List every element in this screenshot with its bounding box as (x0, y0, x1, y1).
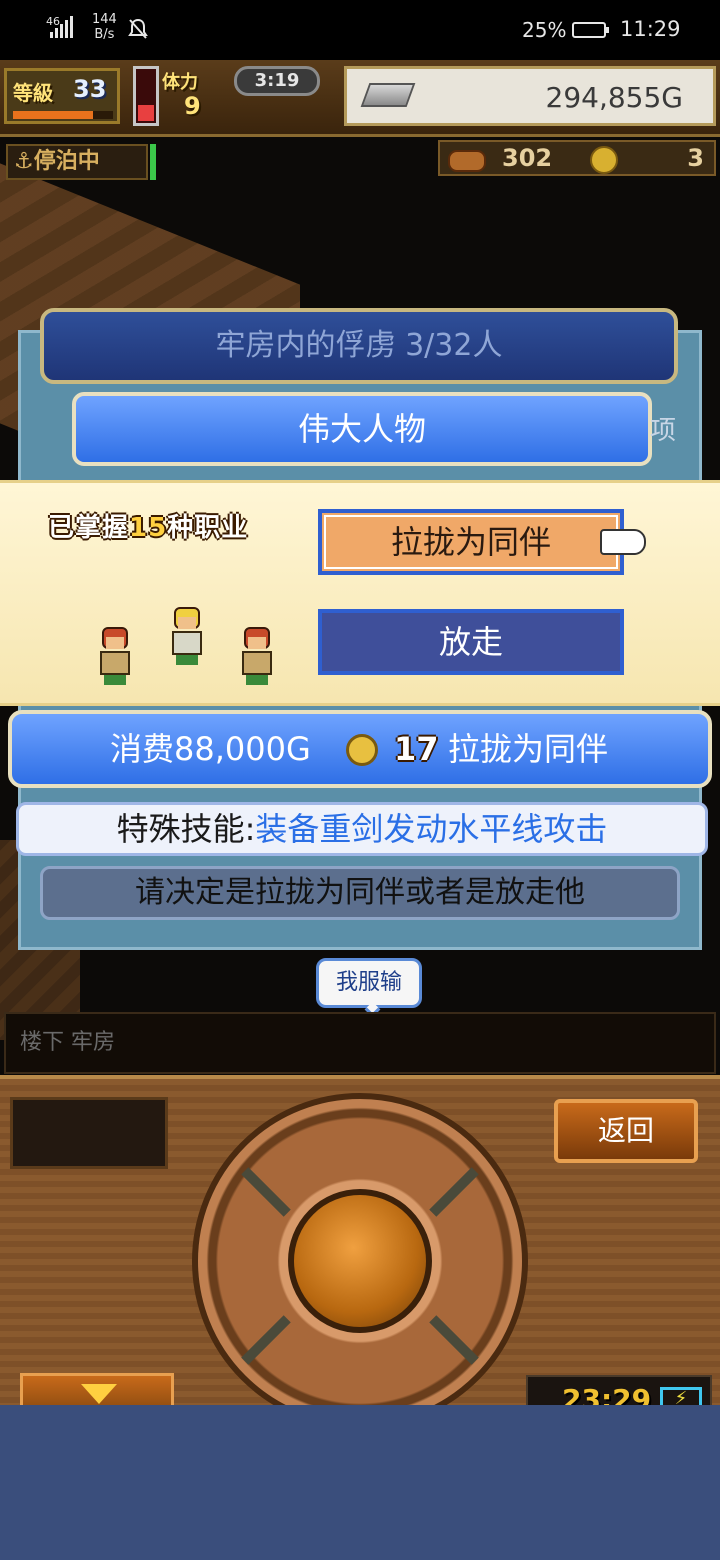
anchor-icon: ⚓ (14, 149, 34, 174)
release-button[interactable]: 放走 (318, 609, 624, 675)
location-bar: 楼下 牢房 (4, 1012, 716, 1074)
mastered-jobs-label: 已掌握15种职业 (48, 513, 249, 543)
mastered-jobs-count: 15 (129, 513, 168, 543)
stamina-value: 9 (184, 92, 201, 120)
dialog-title: 牢房内的俘虏 3/32人 (40, 308, 678, 384)
battery-icon (572, 22, 609, 38)
recruit-panel: 已掌握15种职业 拉拢为同伴 放走 (0, 480, 720, 706)
battery-percent: 25% (522, 18, 567, 42)
food-count: 302 (502, 144, 553, 172)
prisoner-sprite-left (92, 625, 138, 685)
cost-coin-count: 17 (394, 730, 439, 768)
cost-banner: 消费88,000G 17 拉拢为同伴 (8, 710, 712, 788)
pointer-hand-icon (600, 529, 646, 555)
exp-bar (13, 111, 113, 119)
speech-bubble: 我服输 (316, 958, 422, 1008)
prisoner-sprite-leader (164, 605, 210, 665)
status-time: 11:29 (620, 17, 681, 41)
skill-value: 装备重剑发动水平线攻击 (255, 810, 608, 848)
level-label: 等級 (13, 81, 53, 105)
docked-indicator (150, 144, 156, 180)
network-speed-unit: B/s (94, 27, 115, 42)
mini-screen (10, 1097, 168, 1169)
dpad-center-button[interactable] (288, 1189, 432, 1333)
stamina-gauge (133, 66, 159, 126)
game-clock: 23:29 ⚡ (526, 1375, 712, 1405)
scroll-down-button[interactable] (20, 1373, 174, 1405)
stamina-label: 体力 (162, 72, 198, 93)
skill-label: 特殊技能: (116, 810, 256, 848)
control-panel: 返回 23:29 ⚡ (0, 1075, 720, 1405)
game-clock-time: 23:29 (562, 1383, 652, 1405)
medal-coin-icon (346, 734, 378, 766)
battery-charging-icon: ⚡ (660, 1387, 702, 1405)
food-icon (448, 150, 486, 172)
down-arrow-icon (81, 1384, 117, 1404)
mute-icon (128, 18, 148, 39)
network-speed: 144 B/s (92, 12, 117, 42)
docked-status-text: 停泊中 (33, 149, 100, 174)
resource-bar: 302 3 (438, 140, 716, 176)
special-skill-banner: 特殊技能:装备重剑发动水平线攻击 (16, 802, 708, 856)
tab-next-peek[interactable]: 项 (650, 410, 676, 447)
gold-value: 294,855G (545, 81, 683, 114)
status-bar: 46 144 B/s 25% 11:29 (0, 0, 720, 60)
recruit-button[interactable]: 拉拢为同伴 (318, 509, 624, 575)
gold-bar-icon (360, 83, 416, 107)
coin-count: 3 (687, 144, 704, 172)
network-speed-value: 144 (92, 12, 117, 27)
medal-coin-icon (590, 146, 618, 174)
decision-prompt: 请决定是拉拢为同伴或者是放走他 (40, 866, 680, 920)
back-button[interactable]: 返回 (554, 1099, 698, 1163)
tab-great-people[interactable]: 伟大人物 (72, 392, 652, 466)
gold-display[interactable]: 294,855G (344, 66, 716, 126)
prisoner-sprite-right (234, 625, 280, 685)
cost-action-text: 拉拢为同伴 (448, 730, 609, 768)
stamina-timer: 3:19 (234, 66, 320, 96)
docked-status: ⚓停泊中 (6, 144, 148, 180)
level-value: 33 (73, 75, 107, 103)
cost-gold-text: 消费88,000G (110, 730, 311, 768)
hud-top-bar: 等級 33 体力 9 3:19 294,855G (0, 60, 720, 137)
level-box: 等級 33 (4, 68, 120, 124)
game-scene: 等級 33 体力 9 3:19 294,855G ⚓停泊中 302 3 牢房内的… (0, 60, 720, 1405)
